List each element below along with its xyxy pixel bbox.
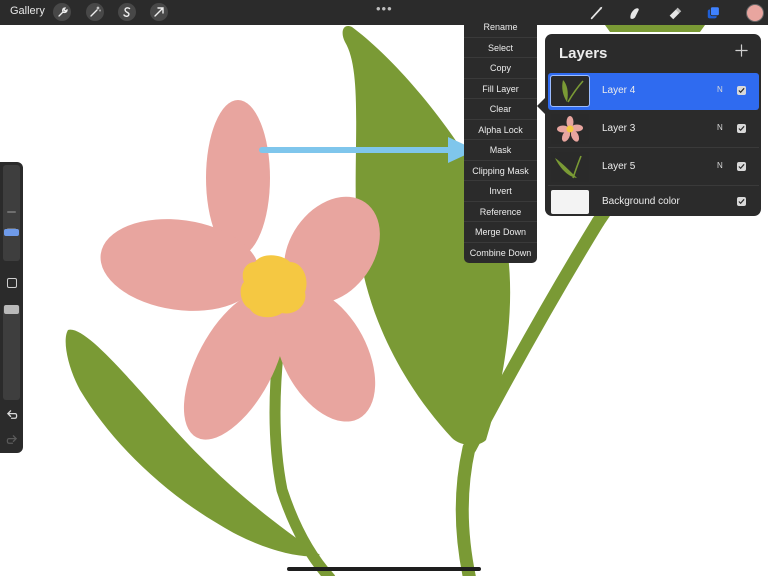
redo-icon[interactable] (5, 433, 18, 446)
blend-mode-button[interactable]: N (717, 123, 723, 132)
brush-size-thumb[interactable] (4, 229, 19, 236)
menu-item-clear[interactable]: Clear (464, 99, 537, 120)
transform-arrow-icon[interactable] (150, 3, 168, 21)
layer-row-background[interactable]: Background color (548, 187, 759, 224)
menu-item-rename[interactable]: Rename (464, 17, 537, 38)
brush-icon[interactable] (588, 4, 606, 22)
home-indicator (287, 567, 481, 571)
layers-panel-title: Layers (559, 45, 608, 62)
layer-row-layer-3[interactable]: Layer 3 N (548, 111, 759, 148)
flower-center (240, 255, 307, 318)
slider-tick (7, 211, 16, 213)
layer-name: Background color (602, 196, 680, 207)
layer-options-menu: Rename Select Copy Fill Layer Clear Alpha Loc… (464, 17, 537, 263)
opacity-slider[interactable] (3, 305, 20, 400)
undo-icon[interactable] (5, 408, 18, 421)
layer-row-layer-4[interactable]: Layer 4 N (548, 73, 759, 110)
opacity-thumb[interactable] (4, 305, 19, 314)
layer-row-layer-5[interactable]: Layer 5 N (548, 149, 759, 186)
blend-mode-button[interactable]: N (717, 85, 723, 94)
left-sidebar (0, 162, 23, 453)
layers-icon[interactable] (705, 4, 723, 22)
leaf-top-right (605, 25, 705, 32)
modify-square-icon[interactable] (7, 278, 17, 288)
menu-item-fill-layer[interactable]: Fill Layer (464, 79, 537, 99)
menu-item-merge-down[interactable]: Merge Down (464, 222, 537, 243)
blend-mode-button[interactable]: N (717, 161, 723, 170)
layer-name: Layer 5 (602, 161, 636, 172)
menu-item-alpha-lock[interactable]: Alpha Lock (464, 120, 537, 140)
menu-item-invert[interactable]: Invert (464, 181, 537, 202)
layer-thumbnail (550, 75, 590, 107)
eraser-icon[interactable] (666, 4, 684, 22)
magic-wand-icon[interactable] (86, 3, 104, 21)
visibility-checkbox[interactable] (737, 124, 746, 133)
visibility-checkbox[interactable] (737, 86, 746, 95)
layer-thumbnail (551, 114, 589, 144)
menu-item-reference[interactable]: Reference (464, 202, 537, 222)
layers-panel: Layers Layer 4 N Layer 3 N Layer 5 N Bac… (545, 34, 761, 216)
plus-icon[interactable] (734, 43, 748, 57)
brush-size-slider[interactable] (3, 165, 20, 261)
menu-item-copy[interactable]: Copy (464, 58, 537, 79)
current-color-swatch[interactable] (746, 4, 764, 22)
layer-thumbnail (551, 152, 589, 182)
menu-item-mask[interactable]: Mask (464, 140, 537, 161)
wrench-icon[interactable] (53, 3, 71, 21)
more-options-icon[interactable]: ••• (376, 1, 393, 16)
menu-item-clipping-mask[interactable]: Clipping Mask (464, 161, 537, 181)
layer-name: Layer 4 (602, 85, 636, 96)
gallery-button[interactable]: Gallery (10, 5, 45, 17)
visibility-checkbox[interactable] (737, 162, 746, 171)
smudge-icon[interactable] (626, 4, 644, 22)
layer-name: Layer 3 (602, 123, 636, 134)
background-color-swatch[interactable] (551, 190, 589, 214)
menu-item-combine-down[interactable]: Combine Down (464, 243, 537, 264)
menu-item-select[interactable]: Select (464, 38, 537, 58)
top-toolbar: Gallery ••• (0, 0, 768, 25)
selection-s-icon[interactable] (118, 3, 136, 21)
visibility-checkbox[interactable] (737, 197, 746, 206)
